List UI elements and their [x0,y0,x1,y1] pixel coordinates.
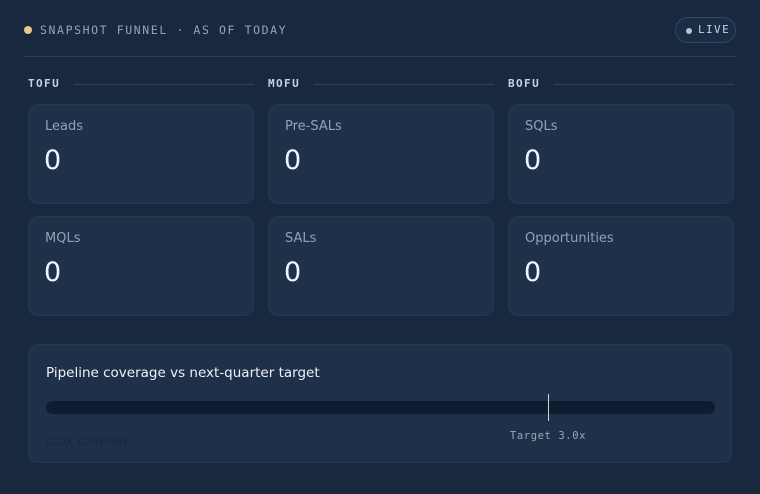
stage-divider [74,84,254,85]
metric-card-opportunities[interactable]: Opportunities 0 [508,216,734,316]
pipeline-coverage-panel: Pipeline coverage vs next-quarter target… [28,344,732,463]
metric-value: 0 [44,145,62,176]
metric-card-leads[interactable]: Leads 0 [28,104,254,204]
metric-label: Leads [45,119,84,134]
metric-value: 0 [524,145,542,176]
metric-label: Opportunities [525,231,614,246]
target-label: Target 3.0x [509,430,587,442]
coverage-covered-label: 0.0x covered [46,433,128,448]
coverage-title: Pipeline coverage vs next-quarter target [46,365,320,381]
metric-value: 0 [284,257,302,288]
stage-heading-mofu: MOFU [268,76,494,92]
stage-heading-bofu: BOFU [508,76,734,92]
live-badge[interactable]: LIVE [675,17,736,43]
status-dot-icon [24,26,32,34]
stage-divider [314,84,494,85]
metric-value: 0 [524,257,542,288]
metric-label: SQLs [525,119,558,134]
metric-card-mqls[interactable]: MQLs 0 [28,216,254,316]
stage-label: MOFU [268,77,301,90]
metric-card-pre-sals[interactable]: Pre-SALs 0 [268,104,494,204]
stage-label: BOFU [508,77,541,90]
metric-value: 0 [284,145,302,176]
header-divider [24,56,736,57]
metric-label: MQLs [45,231,81,246]
metric-card-sqls[interactable]: SQLs 0 [508,104,734,204]
stage-heading-tofu: TOFU [28,76,254,92]
live-badge-label: LIVE [698,23,731,36]
coverage-progress-bar [46,401,715,414]
metric-label: Pre-SALs [285,119,342,134]
stage-label: TOFU [28,77,61,90]
dashboard-header: SNAPSHOT FUNNEL · AS OF TODAY LIVE [24,16,736,46]
metric-label: SALs [285,231,317,246]
page-title: SNAPSHOT FUNNEL · AS OF TODAY [40,23,288,37]
stage-divider [554,84,734,85]
target-marker [548,394,549,421]
live-dot-icon [686,28,692,34]
metric-card-sals[interactable]: SALs 0 [268,216,494,316]
metric-value: 0 [44,257,62,288]
